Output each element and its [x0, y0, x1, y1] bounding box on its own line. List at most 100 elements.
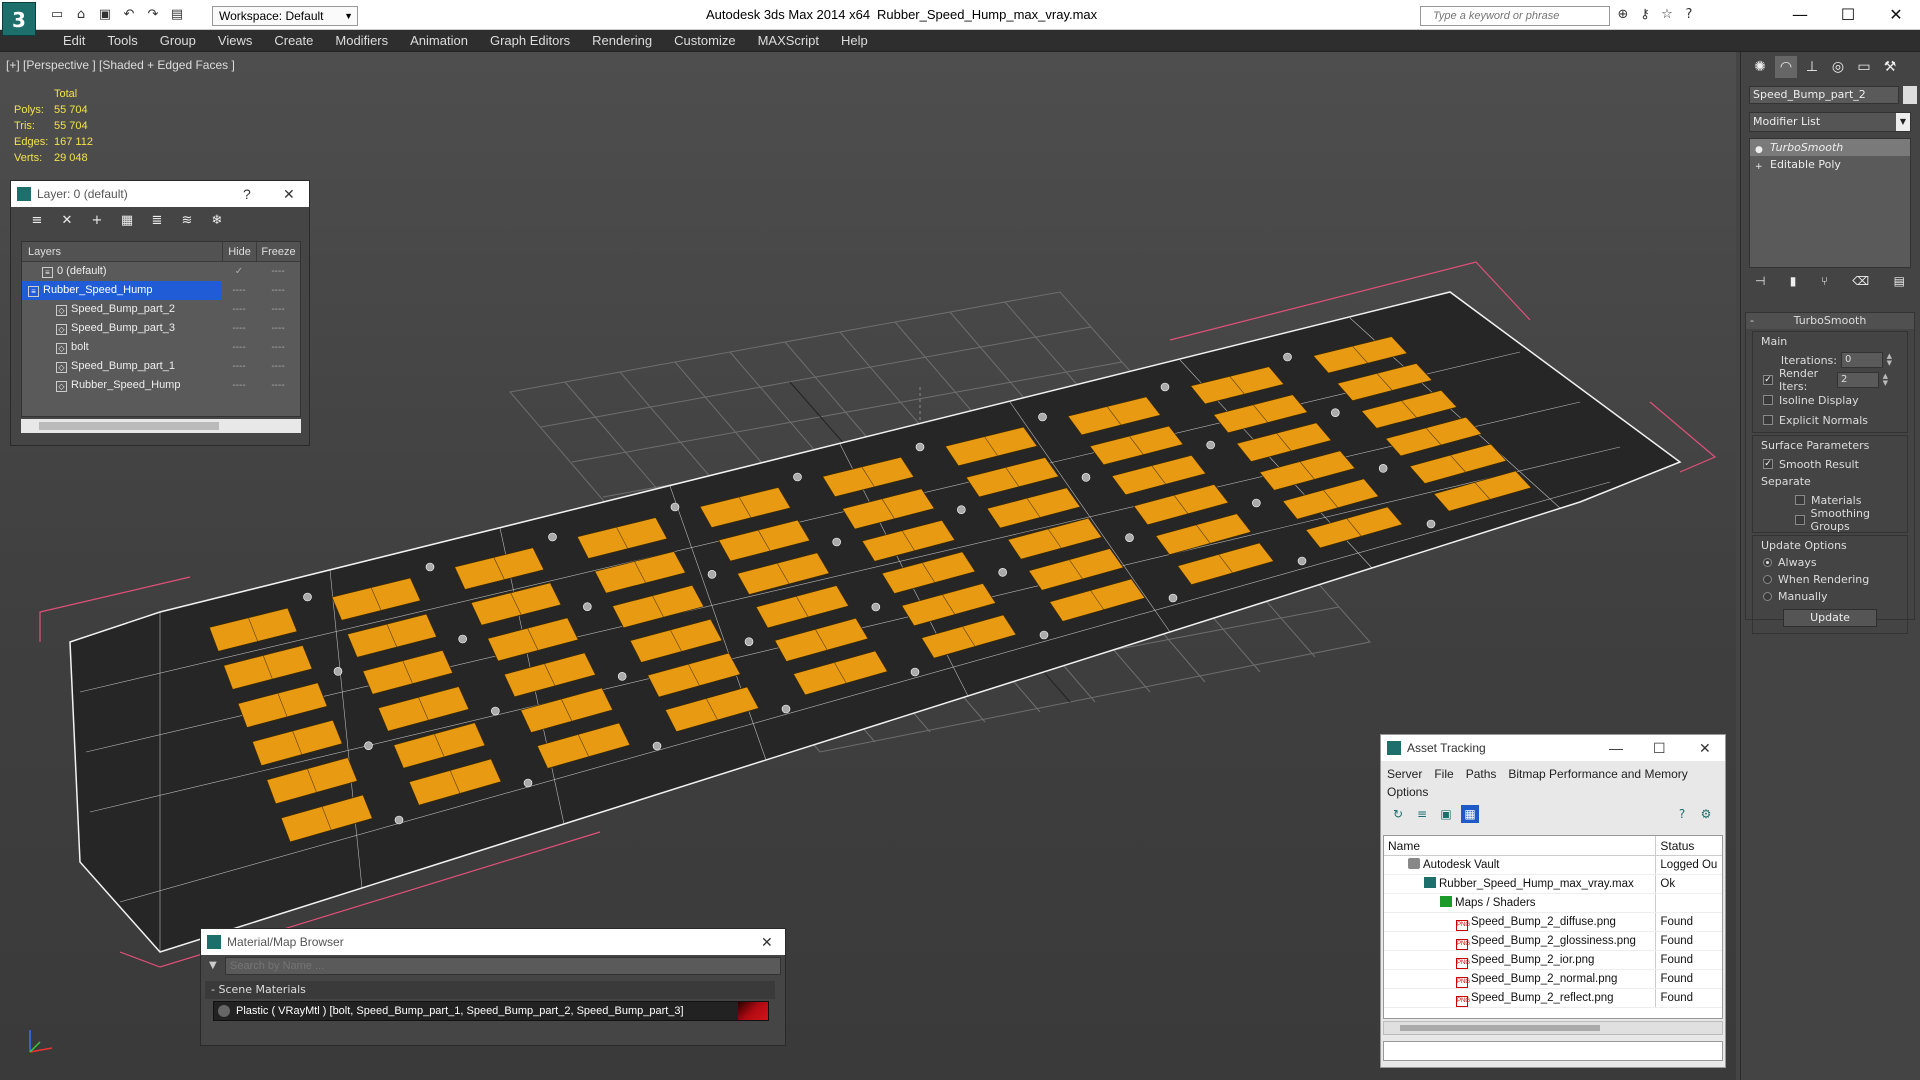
layer-row[interactable]: ≡ 0 (default) ✓ ---- — [22, 262, 300, 281]
hide-toggle[interactable]: ---- — [222, 281, 256, 300]
menu-paths[interactable]: Paths — [1466, 765, 1497, 783]
iterations-spinner[interactable]: 0 ▲ ▼ — [1841, 352, 1892, 368]
project-folder-icon[interactable]: ▤ — [168, 6, 186, 24]
menu-rendering[interactable]: Rendering — [581, 30, 663, 52]
add-layer-icon[interactable]: + — [87, 212, 107, 230]
select-layer-icon[interactable]: ≡ — [27, 212, 47, 230]
menu-modifiers[interactable]: Modifiers — [324, 30, 399, 52]
pin-stack-icon[interactable]: ⊣ — [1755, 274, 1765, 296]
hide-toggle[interactable]: ---- — [222, 300, 256, 319]
table-view-icon[interactable]: ▦ — [1461, 805, 1479, 823]
workspace-dropdown[interactable]: Workspace: Default ▼ — [212, 6, 358, 26]
material-list-item[interactable]: Plastic ( VRayMtl ) [bolt, Speed_Bump_pa… — [213, 1001, 769, 1021]
object-name-field[interactable]: Speed_Bump_part_2 — [1749, 86, 1899, 104]
binoculars-icon[interactable]: ⊕ — [1614, 6, 1632, 24]
close-button[interactable]: ✕ — [1699, 735, 1711, 761]
highlight-layer-icon[interactable]: ≣ — [147, 212, 167, 230]
help-button[interactable]: ? — [243, 181, 251, 207]
layer-row[interactable]: ◇ Speed_Bump_part_1 ---- ---- — [22, 357, 300, 376]
menu-tools[interactable]: Tools — [96, 30, 148, 52]
menu-create[interactable]: Create — [263, 30, 324, 52]
maximize-button[interactable]: ☐ — [1824, 0, 1872, 30]
expand-plus-icon[interactable]: + — [1755, 159, 1763, 176]
layer-horizontal-scrollbar[interactable] — [21, 419, 301, 433]
update-button[interactable]: Update — [1783, 609, 1877, 627]
list-view-icon[interactable]: ≡ — [1413, 805, 1431, 823]
materials-checkbox[interactable] — [1795, 495, 1805, 505]
settings-icon[interactable]: ⚙ — [1697, 805, 1715, 823]
table-row[interactable]: PNGSpeed_Bump_2_glossiness.png Found — [1384, 932, 1722, 951]
keyword-search-input[interactable] — [1421, 7, 1609, 25]
layer-row[interactable]: ◇ Speed_Bump_part_3 ---- ---- — [22, 319, 300, 338]
menu-edit[interactable]: Edit — [52, 30, 96, 52]
freeze-toggle[interactable]: ---- — [256, 376, 300, 395]
menu-customize[interactable]: Customize — [663, 30, 746, 52]
options-menu-icon[interactable]: ▼ — [209, 960, 217, 971]
freeze-toggle[interactable]: ---- — [256, 300, 300, 319]
always-radio[interactable] — [1763, 558, 1772, 567]
menu-bitmap-performance[interactable]: Bitmap Performance and Memory — [1508, 765, 1687, 783]
asset-horizontal-scrollbar[interactable] — [1383, 1021, 1723, 1035]
material-browser-titlebar[interactable]: Material/Map Browser ✕ — [201, 929, 785, 955]
column-freeze[interactable]: Freeze — [256, 242, 300, 261]
open-file-icon[interactable]: ⌂ — [72, 6, 90, 24]
help-icon[interactable]: ? — [1680, 6, 1698, 24]
layer-row[interactable]: ◇ Rubber_Speed_Hump ---- ---- — [22, 376, 300, 395]
minimize-button[interactable]: — — [1609, 735, 1623, 761]
create-tab-icon[interactable]: ✺ — [1749, 56, 1771, 78]
make-unique-icon[interactable]: ⑂ — [1821, 274, 1828, 296]
render-iters-checkbox[interactable]: ✓ — [1763, 375, 1773, 385]
menu-file[interactable]: File — [1434, 765, 1453, 783]
remove-modifier-icon[interactable]: ⌫ — [1852, 274, 1869, 296]
stack-item-turbosmooth[interactable]: ● TurboSmooth — [1750, 139, 1910, 156]
column-status[interactable]: Status — [1656, 836, 1722, 855]
hide-toggle[interactable]: ---- — [222, 338, 256, 357]
modify-tab-icon[interactable]: ◠ — [1775, 56, 1797, 78]
table-row[interactable]: Autodesk Vault Logged Ou — [1384, 856, 1722, 875]
undo-icon[interactable]: ↶ — [120, 6, 138, 24]
table-row[interactable]: Rubber_Speed_Hump_max_vray.max Ok — [1384, 875, 1722, 894]
hierarchy-tab-icon[interactable]: ⊥ — [1801, 56, 1823, 78]
close-button[interactable]: ✕ — [1872, 0, 1920, 30]
freeze-toggle[interactable]: ---- — [256, 319, 300, 338]
thumbnail-view-icon[interactable]: ▣ — [1437, 805, 1455, 823]
layer-row[interactable]: ◇ bolt ---- ---- — [22, 338, 300, 357]
table-row[interactable]: Maps / Shaders — [1384, 894, 1722, 913]
menu-views[interactable]: Views — [207, 30, 263, 52]
spinner-arrows-icon[interactable]: ▲ ▼ — [1883, 373, 1888, 387]
menu-group[interactable]: Group — [149, 30, 207, 52]
display-tab-icon[interactable]: ▭ — [1853, 56, 1875, 78]
hide-all-icon[interactable]: ≋ — [177, 212, 197, 230]
freeze-toggle[interactable]: ---- — [256, 357, 300, 376]
column-hide[interactable]: Hide — [222, 242, 256, 261]
table-row[interactable]: PNGSpeed_Bump_2_diffuse.png Found — [1384, 913, 1722, 932]
stack-item-editable-poly[interactable]: + Editable Poly — [1750, 156, 1910, 173]
close-button[interactable]: ✕ — [283, 181, 295, 207]
delete-layer-icon[interactable]: ✕ — [57, 212, 77, 230]
new-file-icon[interactable]: ▭ — [48, 6, 66, 24]
layer-row[interactable]: ◇ Speed_Bump_part_2 ---- ---- — [22, 300, 300, 319]
menu-maxscript[interactable]: MAXScript — [747, 30, 830, 52]
maximize-button[interactable]: ☐ — [1653, 735, 1666, 761]
hide-toggle[interactable]: ---- — [222, 376, 256, 395]
motion-tab-icon[interactable]: ◎ — [1827, 56, 1849, 78]
freeze-toggle[interactable]: ---- — [256, 262, 300, 281]
table-row[interactable]: PNGSpeed_Bump_2_reflect.png Found — [1384, 989, 1722, 1008]
object-color-swatch[interactable] — [1903, 86, 1917, 104]
configure-sets-icon[interactable]: ▤ — [1894, 274, 1905, 296]
menu-help[interactable]: Help — [830, 30, 879, 52]
when-rendering-radio[interactable] — [1763, 575, 1772, 584]
save-file-icon[interactable]: ▣ — [96, 6, 114, 24]
asset-tracking-titlebar[interactable]: Asset Tracking — ☐ ✕ — [1381, 735, 1725, 761]
scrollbar-thumb[interactable] — [1400, 1025, 1600, 1031]
star-icon[interactable]: ☆ — [1658, 6, 1676, 24]
utilities-tab-icon[interactable]: ⚒ — [1879, 56, 1901, 78]
material-search-input[interactable] — [225, 957, 781, 975]
freeze-toggle[interactable]: ---- — [256, 281, 300, 300]
menu-options[interactable]: Options — [1387, 783, 1428, 801]
rollout-header[interactable]: - TurboSmooth — [1746, 313, 1914, 329]
table-row[interactable]: PNGSpeed_Bump_2_ior.png Found — [1384, 951, 1722, 970]
render-iters-spinner[interactable]: 2 ▲ ▼ — [1837, 372, 1888, 388]
app-logo-button[interactable]: 3 — [2, 2, 36, 36]
hide-toggle[interactable]: ✓ — [222, 262, 256, 281]
